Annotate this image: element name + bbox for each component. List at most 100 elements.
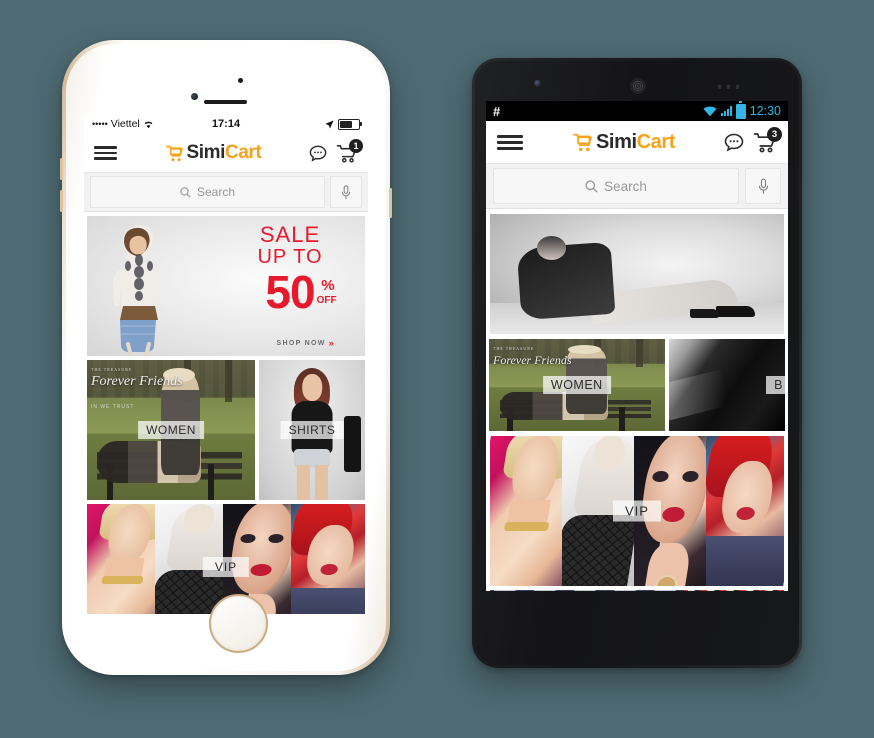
- sale-off-label: OFF: [316, 295, 337, 306]
- iphone-volume-up-button[interactable]: [60, 158, 63, 180]
- microphone-icon: [341, 184, 351, 199]
- iphone-home-button[interactable]: [209, 594, 268, 653]
- category-tiles: THE TREASURE Forever Friends WOMEN B: [486, 339, 788, 431]
- search-icon: [585, 179, 598, 193]
- search-placeholder: Search: [604, 178, 647, 194]
- hero-banner[interactable]: [490, 214, 784, 334]
- shopping-cart-logo-icon: [572, 133, 593, 152]
- android-sensor-strip: [718, 85, 744, 89]
- app-content: THE TREASURE Forever Friends WOMEN B VIP: [486, 209, 788, 591]
- category-tile-label: WOMEN: [542, 376, 611, 394]
- logo-text-simi: Simi: [186, 142, 226, 163]
- vip-label: VIP: [202, 556, 250, 577]
- shop-now-arrow-icon: »: [328, 338, 335, 348]
- category-tiles: THE TREASURE Forever Friends IN WE TRUST…: [84, 360, 368, 500]
- battery-icon: [735, 101, 746, 119]
- app-content: SALE UP TO 50 % OFF SHOP NOW » THE TREAS…: [84, 212, 368, 614]
- cart-badge: 1: [348, 138, 363, 153]
- category-tile-shirts[interactable]: SHIRTS: [259, 360, 365, 500]
- carrier-label: Viettel: [110, 118, 140, 130]
- category-tile-women[interactable]: THE TREASURE Forever Friends IN WE TRUST…: [87, 360, 255, 500]
- category-tile-label: B: [766, 376, 785, 394]
- signal-bars-icon: [720, 106, 732, 116]
- ios-status-left: ••••• Viettel: [92, 118, 154, 130]
- tile-overlay-brand: THE TREASURE Forever Friends: [493, 346, 572, 369]
- android-screen: # 12:30 SimiCart 3 Search THE TREASURE F…: [486, 101, 788, 591]
- hamburger-menu-icon[interactable]: [497, 134, 523, 150]
- hamburger-menu-icon[interactable]: [94, 146, 117, 160]
- iphone-proximity-sensor: [238, 78, 243, 83]
- signal-dots-icon: •••••: [92, 118, 108, 129]
- iphone-volume-down-button[interactable]: [60, 190, 63, 212]
- wifi-icon: [143, 120, 154, 129]
- android-status-right: 12:30: [703, 101, 781, 119]
- search-bar: Search: [84, 173, 368, 212]
- voice-search-button[interactable]: [745, 168, 781, 204]
- vip-slice-4: [706, 436, 784, 586]
- shop-now-button[interactable]: SHOP NOW »: [277, 338, 335, 348]
- hero-model-shoe-1: [716, 306, 755, 318]
- android-device: # 12:30 SimiCart 3 Search THE TREASURE F…: [472, 58, 802, 668]
- logo-text: SimiCart: [596, 131, 675, 154]
- notification-hash-icon: #: [493, 103, 501, 119]
- sale-line-1: SALE: [259, 222, 321, 247]
- android-clock: 12:30: [749, 104, 781, 118]
- android-status-bar: # 12:30: [486, 101, 788, 121]
- logo-text-cart: Cart: [225, 142, 262, 163]
- iphone-device: ••••• Viettel 17:14 SimiCart 1 Search SA…: [60, 40, 392, 675]
- tile-overlay-sub: IN WE TRUST: [91, 404, 135, 410]
- sale-percent-symbol: %: [321, 277, 335, 294]
- ios-status-bar: ••••• Viettel 17:14: [84, 114, 368, 134]
- chat-bubble-icon[interactable]: [309, 145, 327, 162]
- cart-button[interactable]: 1: [336, 138, 363, 163]
- ios-status-right: [325, 118, 362, 130]
- search-icon: [180, 186, 191, 198]
- iphone-screen: ••••• Viettel 17:14 SimiCart 1 Search SA…: [84, 114, 368, 614]
- tile-overlay-big: Forever Friends: [91, 374, 183, 390]
- iphone-front-camera: [191, 93, 198, 100]
- next-banner-partial[interactable]: [490, 590, 784, 591]
- hero-model-head: [537, 235, 567, 260]
- tile-overlay-small: THE TREASURE: [493, 346, 535, 351]
- vip-slice-1: [87, 504, 161, 614]
- tile-overlay-big: Forever Friends: [493, 353, 572, 368]
- search-input[interactable]: Search: [90, 176, 325, 208]
- iphone-earpiece-speaker: [204, 100, 247, 104]
- header-actions: 3: [724, 126, 782, 153]
- voice-search-button[interactable]: [330, 176, 362, 208]
- header-actions: 1: [309, 138, 363, 163]
- simicart-logo[interactable]: SimiCart: [572, 131, 675, 154]
- search-bar: Search: [486, 164, 788, 209]
- search-input[interactable]: Search: [493, 168, 739, 204]
- category-tile-secondary[interactable]: B: [668, 339, 785, 431]
- category-tile-women[interactable]: THE TREASURE Forever Friends WOMEN: [489, 339, 665, 431]
- category-tile-label: SHIRTS: [280, 421, 344, 439]
- tile-overlay-brand: THE TREASURE Forever Friends: [91, 367, 183, 390]
- vip-slice-4: [291, 504, 365, 614]
- android-front-camera: [534, 80, 541, 87]
- sale-banner-model-image: [101, 222, 187, 356]
- hero-model-body: [516, 242, 616, 321]
- app-header: SimiCart: [84, 134, 368, 173]
- wifi-icon: [703, 106, 717, 117]
- sale-discount-number: 50: [265, 266, 315, 318]
- android-earpiece-speaker: [630, 78, 646, 94]
- sale-discount-group: 50 % OFF: [265, 269, 336, 315]
- app-header: SimiCart: [486, 121, 788, 164]
- iphone-power-button[interactable]: [389, 188, 392, 218]
- logo-text-cart: Cart: [636, 130, 676, 153]
- sale-banner[interactable]: SALE UP TO 50 % OFF SHOP NOW »: [87, 216, 365, 356]
- shop-now-label: SHOP NOW: [276, 339, 326, 347]
- chat-bubble-icon[interactable]: [724, 133, 744, 152]
- cart-button[interactable]: 3: [753, 126, 782, 153]
- simicart-logo[interactable]: SimiCart: [165, 142, 262, 164]
- screenshot-stage: ••••• Viettel 17:14 SimiCart 1 Search SA…: [0, 0, 874, 738]
- logo-text-simi: Simi: [595, 130, 637, 153]
- battery-icon: [338, 118, 362, 130]
- microphone-icon: [758, 178, 768, 194]
- tile-overlay-small: THE TREASURE: [91, 367, 133, 372]
- search-placeholder: Search: [196, 185, 236, 199]
- vip-banner[interactable]: VIP: [490, 436, 784, 586]
- location-arrow-icon: [325, 119, 334, 129]
- vip-label: VIP: [613, 500, 661, 522]
